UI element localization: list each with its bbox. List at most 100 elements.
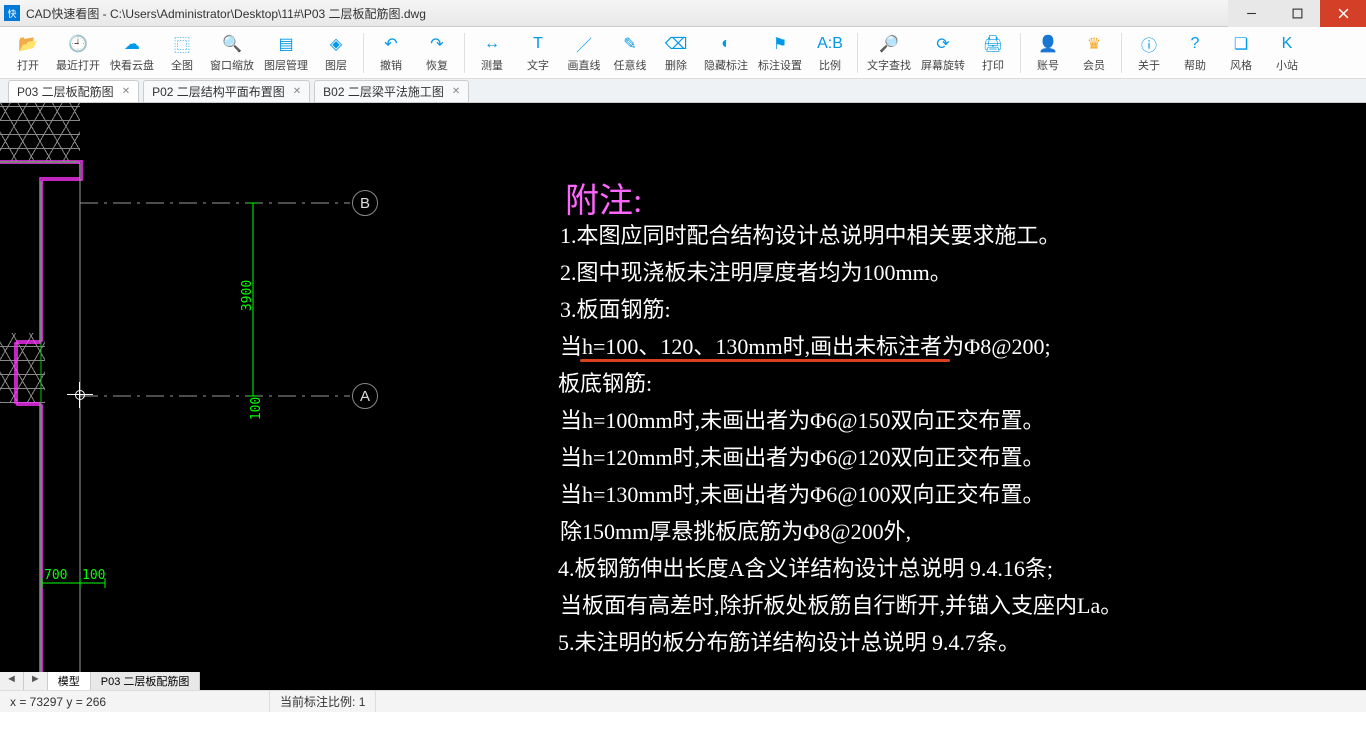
tool-zoomwin[interactable]: 🔍 窗口缩放 (206, 29, 258, 77)
tool-label: 撤销 (380, 57, 402, 73)
doc-tab-2[interactable]: B02 二层梁平法施工图✕ (314, 80, 469, 102)
tool-about[interactable]: ⓘ 关于 (1127, 29, 1171, 77)
cursor-crosshair (70, 385, 90, 405)
undo-icon: ↶ (380, 33, 402, 55)
tool-account[interactable]: 👤 账号 (1026, 29, 1070, 77)
tool-recent[interactable]: 🕘 最近打开 (52, 29, 104, 77)
tool-label: 删除 (665, 57, 687, 73)
tool-label: 小站 (1276, 57, 1298, 73)
fullview-icon: ⿴ (171, 33, 193, 55)
tool-label: 图层 (325, 57, 347, 73)
layout-tab-model[interactable]: 模型 (48, 672, 91, 690)
tool-findtext[interactable]: 🔎文字查找 (863, 29, 915, 77)
toolbar-divider (857, 33, 858, 73)
tool-label: 隐藏标注 (704, 57, 748, 73)
dim-700: 700 (44, 568, 67, 583)
findtext-icon: 🔎 (878, 33, 900, 55)
tool-label: 最近打开 (56, 57, 100, 73)
minimize-button[interactable] (1228, 0, 1274, 27)
tool-label: 标注设置 (758, 57, 802, 73)
tool-fullview[interactable]: ⿴全图 (160, 29, 204, 77)
tool-scale[interactable]: A:B比例 (808, 29, 852, 77)
style-icon: ❏ (1230, 33, 1252, 55)
layermgr-icon: ▤ (275, 33, 297, 55)
dim-100: 100 (249, 397, 264, 420)
tool-text[interactable]: T文字 (516, 29, 560, 77)
layout-next[interactable]: ► (24, 672, 48, 690)
tool-redo[interactable]: ↷ 恢复 (415, 29, 459, 77)
tool-label: 比例 (819, 57, 841, 73)
maximize-button[interactable] (1274, 0, 1320, 27)
tool-mksetting[interactable]: ⚑ 标注设置 (754, 29, 806, 77)
dim-3900: 3900 (240, 280, 255, 311)
note-line-4: 4.板钢筋伸出长度A含义详结构设计总说明 9.4.16条; (558, 551, 1053, 587)
tool-undo[interactable]: ↶ 撤销 (369, 29, 413, 77)
titlebar: 快 CAD快速看图 - C:\Users\Administrator\Deskt… (0, 0, 1366, 27)
tool-mini[interactable]: K 小站 (1265, 29, 1309, 77)
close-button[interactable] (1320, 0, 1366, 27)
tool-label: 打开 (17, 57, 39, 73)
note-line-1: 1.本图应同时配合结构设计总说明中相关要求施工。 (560, 218, 1061, 254)
tool-delete[interactable]: ⌫ 删除 (654, 29, 698, 77)
status-coords: x = 73297 y = 266 (0, 691, 270, 712)
cloud-icon: ☁ (121, 33, 143, 55)
doc-tab-0[interactable]: P03 二层板配筋图✕ (8, 80, 139, 102)
dim-100b: 100 (82, 568, 105, 583)
recent-icon: 🕘 (67, 33, 89, 55)
layers-icon: ◈ (325, 33, 347, 55)
tool-label: 打印 (982, 57, 1004, 73)
grid-bubble-A: A (352, 383, 378, 409)
tool-cloud[interactable]: ☁快看云盘 (106, 29, 158, 77)
zoomwin-icon: 🔍 (221, 33, 243, 55)
rotate-icon: ⟳ (932, 33, 954, 55)
tool-line[interactable]: ／画直线 (562, 29, 606, 77)
freeline-icon: ✎ (619, 33, 641, 55)
tool-label: 帮助 (1184, 57, 1206, 73)
tool-label: 画直线 (568, 57, 601, 73)
tool-label: 关于 (1138, 57, 1160, 73)
app-icon: 快 (4, 5, 20, 21)
tool-open[interactable]: 📂 打开 (6, 29, 50, 77)
note-line-2: 2.图中现浇板未注明厚度者均为100mm。 (560, 255, 952, 291)
tab-close-icon[interactable]: ✕ (452, 86, 460, 97)
about-icon: ⓘ (1138, 33, 1160, 55)
tool-label: 账号 (1037, 57, 1059, 73)
drawing-canvas[interactable]: B A 3900 100 700 100 附注: 1.本图应同时配合结构设计总说… (0, 103, 1366, 690)
tool-freeline[interactable]: ✎任意线 (608, 29, 652, 77)
tool-rotate[interactable]: ⟳屏幕旋转 (917, 29, 969, 77)
layout-prev[interactable]: ◄ (0, 672, 24, 690)
note-line-4a: 当板面有高差时,除折板处板筋自行断开,并锚入支座内La。 (560, 588, 1122, 624)
grid-bubble-B: B (352, 190, 378, 216)
tool-print[interactable]: 🖨打印 (971, 29, 1015, 77)
text-icon: T (527, 33, 549, 55)
tool-label: 窗口缩放 (210, 57, 254, 73)
hidemk-icon: ◐ (715, 33, 737, 55)
tool-style[interactable]: ❏ 风格 (1219, 29, 1263, 77)
tab-close-icon[interactable]: ✕ (293, 86, 301, 97)
tab-close-icon[interactable]: ✕ (122, 86, 130, 97)
mini-icon: K (1276, 33, 1298, 55)
tool-layers[interactable]: ◈ 图层 (314, 29, 358, 77)
open-icon: 📂 (17, 33, 39, 55)
note-heading: 附注: (565, 173, 642, 222)
tool-hidemk[interactable]: ◐ 隐藏标注 (700, 29, 752, 77)
window-controls (1228, 0, 1366, 27)
tool-label: 风格 (1230, 57, 1252, 73)
delete-icon: ⌫ (665, 33, 687, 55)
note-line-3b: 板底钢筋: (558, 366, 652, 402)
status-scale-value: 1 (359, 695, 366, 709)
statusbar: x = 73297 y = 266 当前标注比例: 1 (0, 690, 1366, 712)
measure-icon: ↔ (481, 33, 503, 55)
account-icon: 👤 (1037, 33, 1059, 55)
doc-tab-1[interactable]: P02 二层结构平面布置图✕ (143, 80, 310, 102)
tool-vip[interactable]: ♛会员 (1072, 29, 1116, 77)
tool-layermgr[interactable]: ▤图层管理 (260, 29, 312, 77)
note-line-3f: 除150mm厚悬挑板底筋为Φ8@200外, (560, 514, 911, 550)
status-scale-label: 当前标注比例: (280, 693, 355, 710)
tool-help[interactable]: ?帮助 (1173, 29, 1217, 77)
tool-measure[interactable]: ↔测量 (470, 29, 514, 77)
mksetting-icon: ⚑ (769, 33, 791, 55)
layout-tab-sheet[interactable]: P03 二层板配筋图 (91, 672, 201, 690)
tool-label: 恢复 (426, 57, 448, 73)
redo-icon: ↷ (426, 33, 448, 55)
